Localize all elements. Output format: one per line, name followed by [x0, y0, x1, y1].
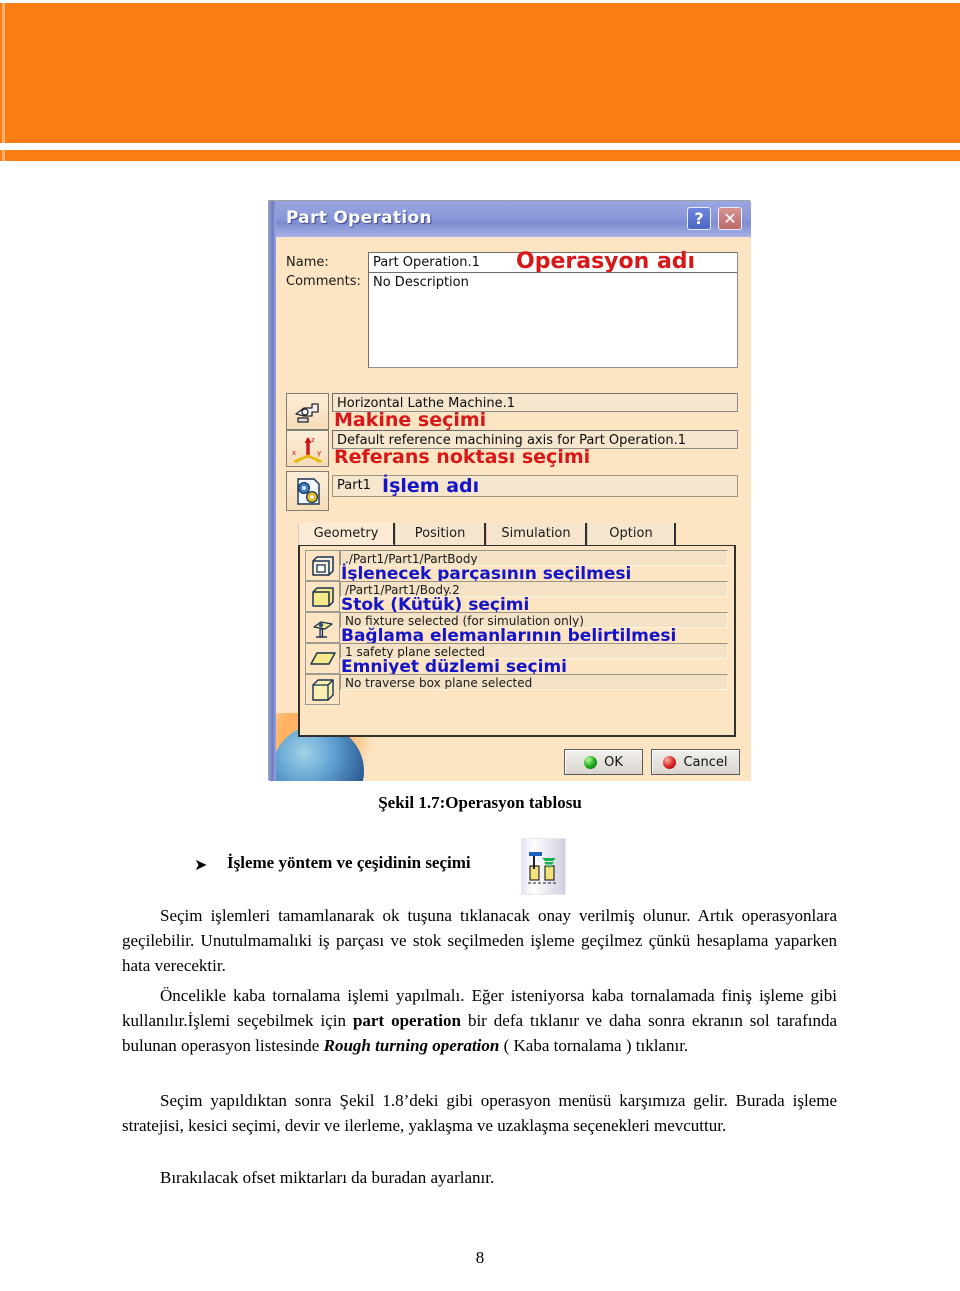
tab-simulation[interactable]: Simulation	[486, 523, 587, 546]
close-icon[interactable]: ✕	[718, 207, 742, 230]
comments-label: Comments:	[286, 274, 361, 289]
bullet-arrow-icon: ➤	[194, 855, 208, 874]
bullet-item: ➤ İşleme yöntem ve çeşidinin seçimi	[194, 838, 794, 895]
name-input[interactable]: Part Operation.1	[368, 252, 738, 273]
cancel-led-icon	[663, 755, 677, 769]
fixture-clamp-icon	[312, 620, 333, 638]
fixture-select-button[interactable]	[305, 612, 340, 643]
paragraph-2-italic: Rough turning operation	[323, 1036, 500, 1055]
safety-plane-select-button[interactable]	[305, 643, 340, 674]
paragraph-2: Öncelikle kaba tornalama işlemi yapılmal…	[122, 983, 837, 1058]
svg-text:z: z	[311, 436, 315, 444]
part-body-field[interactable]: ./Part1/Part1/PartBody	[340, 550, 728, 566]
paragraph-1: Seçim işlemleri tamamlanarak ok tuşuna t…	[122, 903, 837, 978]
ok-button[interactable]: OK	[564, 749, 643, 775]
cancel-button-label: Cancel	[683, 754, 728, 770]
svg-text:x: x	[292, 449, 296, 457]
banner-left-edge	[2, 3, 5, 143]
ok-led-icon	[584, 755, 598, 769]
annotation-referans-noktasi: Referans noktası seçimi	[334, 446, 591, 468]
tab-option[interactable]: Option	[587, 523, 676, 546]
annotation-makine-secimi: Makine seçimi	[334, 409, 487, 431]
tab-position[interactable]: Position	[395, 523, 486, 546]
part-select-button[interactable]	[286, 471, 329, 511]
part-field[interactable]: Part1	[332, 475, 738, 497]
cancel-button[interactable]: Cancel	[651, 749, 740, 775]
figure-caption: Şekil 1.7:Operasyon tablosu	[378, 793, 582, 812]
window-left-rail	[269, 201, 276, 781]
safety-plane-field[interactable]: 1 safety plane selected	[340, 643, 728, 659]
geometry-panel: ./Part1/Part1/PartBody İşlenecek parçası…	[298, 545, 736, 737]
paragraph-2-text-c: ( Kaba tornalama ) tıklanır.	[499, 1036, 689, 1055]
name-label: Name:	[286, 255, 329, 270]
paragraph-1-text: Seçim işlemleri tamamlanarak ok tuşuna t…	[122, 906, 837, 975]
traverse-box-select-button[interactable]	[305, 674, 340, 705]
banner-stripe-left-edge	[2, 150, 5, 161]
banner-fill	[0, 3, 960, 143]
page-number: 8	[475, 1248, 485, 1267]
paragraph-4-text: Bırakılacak ofset miktarları da buradan …	[160, 1168, 495, 1187]
comments-textarea[interactable]: No Description	[368, 272, 738, 368]
page-header-banner	[0, 0, 960, 162]
paragraph-3: Seçim yapıldıktan sonra Şekil 1.8’deki g…	[122, 1088, 837, 1138]
paragraph-3-text: Seçim yapıldıktan sonra Şekil 1.8’deki g…	[122, 1091, 837, 1135]
fixture-field[interactable]: No fixture selected (for simulation only…	[340, 612, 728, 628]
tabstrip: Geometry Position Simulation Option	[298, 523, 736, 546]
dialog-title: Part Operation	[286, 208, 432, 228]
traverse-box-field[interactable]: No traverse box plane selected	[340, 674, 728, 690]
machining-toolbar-icon	[521, 838, 566, 895]
traverse-box-icon	[311, 678, 334, 701]
part-operation-dialog: Part Operation ? ✕ Name: Part Operation.…	[268, 200, 751, 781]
help-icon[interactable]: ?	[687, 207, 711, 230]
bullet-label: İşleme yöntem ve çeşidinin seçimi	[227, 853, 471, 872]
lathe-machine-icon	[294, 402, 319, 423]
svg-text:y: y	[317, 449, 321, 457]
machine-select-button[interactable]	[286, 393, 329, 430]
machining-operation-icon	[528, 852, 557, 884]
dialog-titlebar: Part Operation ? ✕	[276, 201, 751, 237]
dialog-body: Name: Part Operation.1 Operasyon adı Com…	[276, 237, 751, 781]
part-document-gear-icon	[296, 477, 320, 505]
machine-field[interactable]: Horizontal Lathe Machine.1	[332, 393, 738, 412]
reference-axis-field[interactable]: Default reference machining axis for Par…	[332, 430, 738, 449]
part-body-icon	[311, 555, 334, 576]
stock-cube-icon	[311, 586, 334, 607]
ok-button-label: OK	[604, 754, 623, 770]
stock-field[interactable]: /Part1/Part1/Body.2	[340, 581, 728, 597]
stock-select-button[interactable]	[305, 581, 340, 612]
paragraph-2-bold: part operation	[352, 1011, 461, 1030]
banner-stripe	[0, 150, 960, 161]
tab-geometry[interactable]: Geometry	[298, 523, 395, 546]
safety-plane-icon	[309, 651, 336, 665]
reference-axis-icon: z x y	[292, 436, 323, 463]
part-body-select-button[interactable]	[305, 550, 340, 581]
paragraph-4: Bırakılacak ofset miktarları da buradan …	[122, 1165, 837, 1190]
axis-select-button[interactable]: z x y	[286, 430, 329, 467]
